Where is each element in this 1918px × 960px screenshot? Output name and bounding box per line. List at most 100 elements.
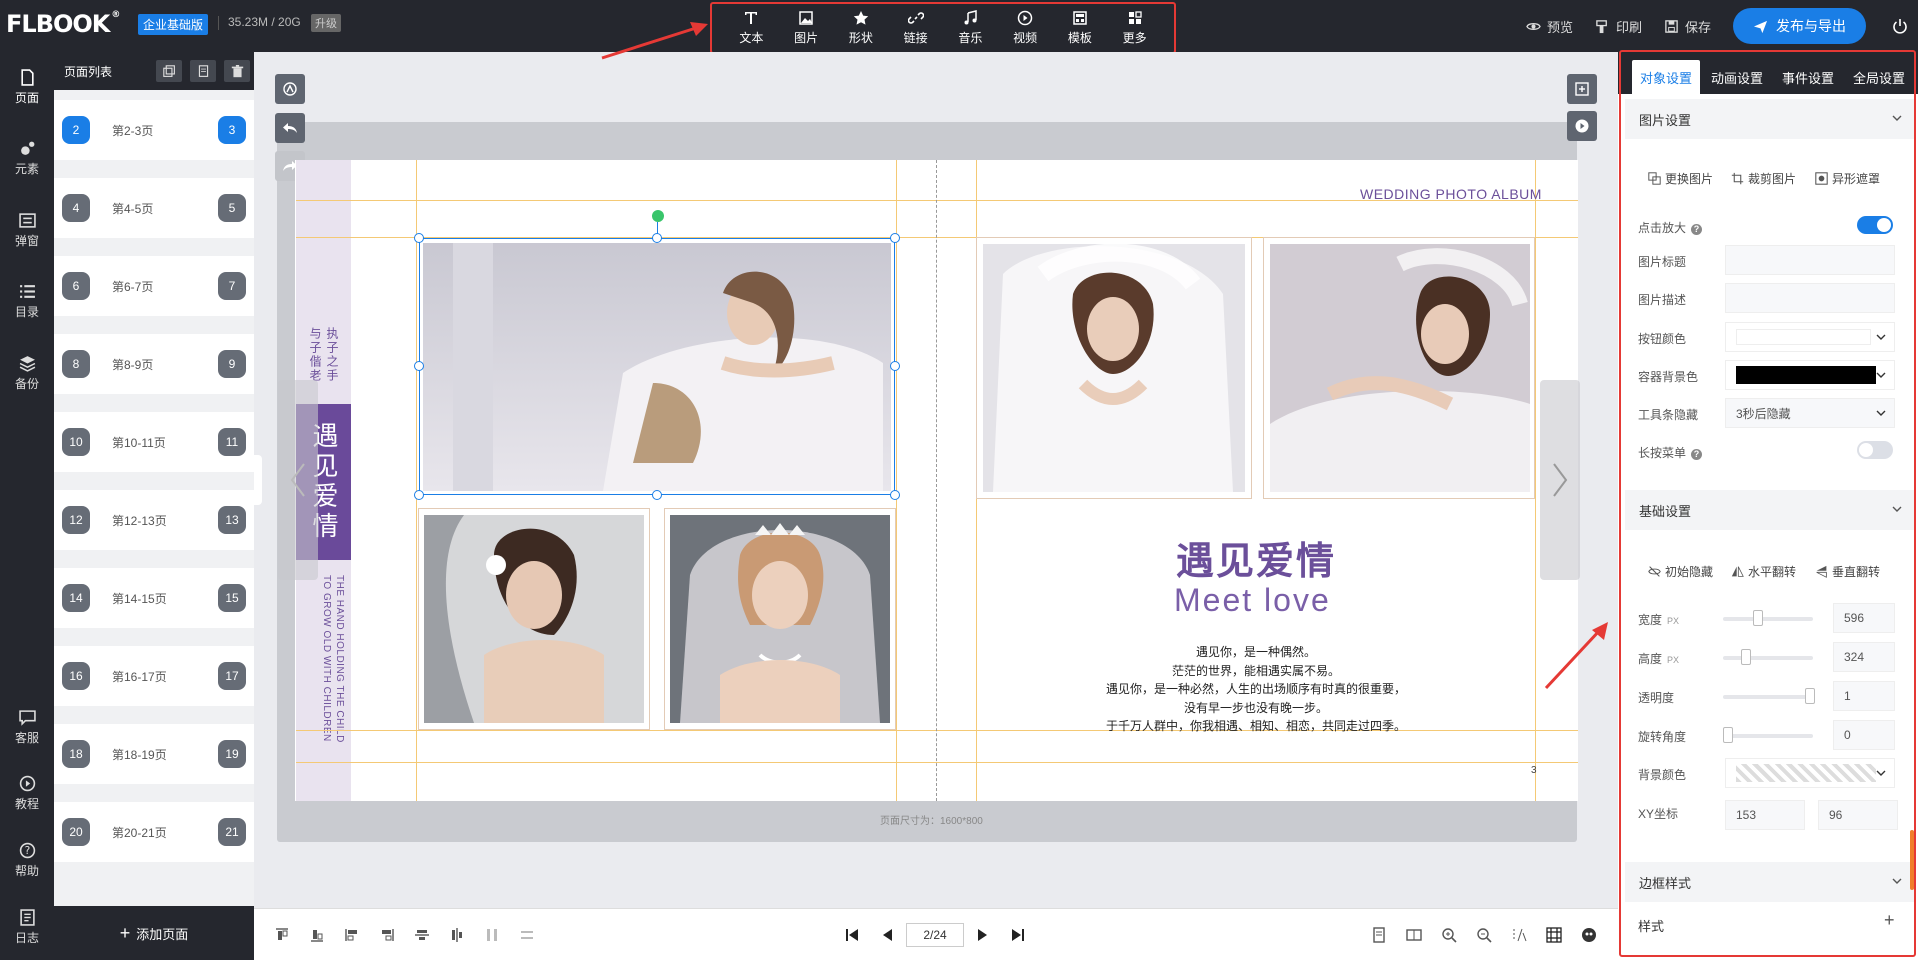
- undo-button[interactable]: [275, 113, 305, 143]
- x-input[interactable]: 153: [1725, 800, 1805, 830]
- nav-popups[interactable]: 弹窗: [0, 212, 54, 249]
- image-title-input[interactable]: [1725, 245, 1895, 275]
- slider-knob[interactable]: [1723, 727, 1733, 743]
- page-item[interactable]: 14 第14-15页 15: [54, 568, 254, 628]
- resize-handle-w[interactable]: [414, 361, 424, 371]
- theme-icon[interactable]: [1581, 927, 1597, 943]
- title-english[interactable]: Meet love: [1174, 582, 1331, 619]
- width-slider[interactable]: [1723, 610, 1813, 626]
- help-icon[interactable]: ?: [1691, 224, 1703, 235]
- distribute-h-icon[interactable]: [484, 927, 500, 943]
- prev-page-arrow[interactable]: [278, 380, 318, 580]
- shape-mask-button[interactable]: 异形遮罩: [1815, 170, 1880, 187]
- page-item[interactable]: 8 第8-9页 9: [54, 334, 254, 394]
- add-style-icon[interactable]: +: [1884, 910, 1895, 931]
- slider-knob[interactable]: [1753, 610, 1763, 626]
- page-item[interactable]: 16 第16-17页 17: [54, 646, 254, 706]
- nav-backup[interactable]: 备份: [0, 355, 54, 392]
- nav-help[interactable]: ? 帮助: [0, 842, 54, 879]
- photo-bride-veil-flower[interactable]: [424, 515, 644, 723]
- logout-button[interactable]: [1882, 0, 1918, 52]
- duplicate-page-button[interactable]: [190, 60, 216, 82]
- tool-image[interactable]: 图片: [782, 10, 830, 46]
- next-page-icon[interactable]: [974, 927, 990, 943]
- page-item[interactable]: 6 第6-7页 7: [54, 256, 254, 316]
- grid-icon[interactable]: [1546, 927, 1562, 943]
- delete-page-button[interactable]: [224, 60, 250, 82]
- y-input[interactable]: 96: [1818, 800, 1898, 830]
- nav-pages[interactable]: 页面: [0, 69, 54, 106]
- vertical-en-text[interactable]: THE HAND HOLDING THE CHILD TO GROW OLD WI…: [320, 575, 346, 743]
- zoom-out-icon[interactable]: [1476, 927, 1492, 943]
- album-header-text[interactable]: WEDDING PHOTO ALBUM: [1360, 186, 1542, 202]
- page-number-input[interactable]: 2/24: [906, 923, 964, 947]
- section-basic-settings[interactable]: 基础设置: [1625, 490, 1915, 530]
- slider-knob[interactable]: [1805, 688, 1815, 704]
- nav-service[interactable]: 客服: [0, 709, 54, 746]
- help-icon[interactable]: ?: [1691, 449, 1703, 460]
- nav-tutorial[interactable]: 教程: [0, 775, 54, 812]
- nav-toc[interactable]: 目录: [0, 283, 54, 320]
- height-slider[interactable]: [1723, 649, 1813, 665]
- flip-horizontal-button[interactable]: 水平翻转: [1731, 563, 1796, 580]
- page-item[interactable]: 18 第18-19页 19: [54, 724, 254, 784]
- page-item[interactable]: 2 第2-3页 3: [54, 100, 254, 160]
- zoom-in-icon[interactable]: [1441, 927, 1457, 943]
- rotation-slider[interactable]: [1723, 727, 1813, 743]
- align-center-h-icon[interactable]: [449, 927, 465, 943]
- align-left-icon[interactable]: [344, 927, 360, 943]
- align-center-v-icon[interactable]: [414, 927, 430, 943]
- copy-page-button[interactable]: [156, 60, 182, 82]
- add-page-button[interactable]: + 添加页面: [54, 906, 254, 960]
- rotate-handle[interactable]: [652, 210, 664, 222]
- last-page-icon[interactable]: [1010, 927, 1026, 943]
- save-button[interactable]: 保存: [1664, 17, 1711, 36]
- photo-bride-reclining[interactable]: [1270, 244, 1530, 492]
- auto-layout-button[interactable]: [275, 74, 305, 104]
- tab-global-settings[interactable]: 全局设置: [1845, 60, 1913, 94]
- tab-animation-settings[interactable]: 动画设置: [1703, 60, 1771, 94]
- align-bottom-icon[interactable]: [309, 927, 325, 943]
- distribute-v-icon[interactable]: [519, 927, 535, 943]
- resize-handle-n[interactable]: [652, 233, 662, 243]
- button-color-picker[interactable]: [1725, 322, 1895, 352]
- section-border-style[interactable]: 边框样式: [1625, 862, 1915, 902]
- prev-page-icon[interactable]: [880, 927, 896, 943]
- resize-handle-e[interactable]: [890, 361, 900, 371]
- page-item[interactable]: 12 第12-13页 13: [54, 490, 254, 550]
- container-bg-picker[interactable]: [1725, 360, 1895, 390]
- tab-object-settings[interactable]: 对象设置: [1632, 60, 1701, 94]
- resize-handle-nw[interactable]: [414, 233, 424, 243]
- upgrade-button[interactable]: 升级: [311, 14, 341, 32]
- tool-shape[interactable]: 形状: [837, 10, 885, 46]
- photo-bride-lace-veil[interactable]: [983, 244, 1245, 492]
- page-item[interactable]: 10 第10-11页 11: [54, 412, 254, 472]
- image-desc-input[interactable]: [1725, 283, 1895, 313]
- toolbar-hide-select[interactable]: 3秒后隐藏: [1725, 398, 1895, 428]
- photo-bride-tiara[interactable]: [670, 515, 890, 723]
- title-chinese[interactable]: 遇见爱情: [1176, 530, 1336, 585]
- vertical-cn-text-1[interactable]: 执子之手: [324, 327, 340, 383]
- double-page-icon[interactable]: [1406, 927, 1422, 943]
- tool-more[interactable]: 更多: [1111, 10, 1159, 46]
- flip-vertical-button[interactable]: 垂直翻转: [1815, 563, 1880, 580]
- opacity-input[interactable]: 1: [1833, 681, 1895, 711]
- crop-image-button[interactable]: 裁剪图片: [1731, 170, 1796, 187]
- tool-template[interactable]: 模板: [1056, 10, 1104, 46]
- resize-handle-ne[interactable]: [890, 233, 900, 243]
- width-input[interactable]: 596: [1833, 603, 1895, 633]
- nav-elements[interactable]: 元素: [0, 140, 54, 177]
- tool-link[interactable]: 链接: [892, 10, 940, 46]
- resize-handle-se[interactable]: [890, 490, 900, 500]
- poem-text[interactable]: 遇见你，是一种偶然。 茫茫的世界，能相遇实属不易。 遇见你，是一种必然，人生的出…: [1096, 643, 1416, 736]
- page-item[interactable]: 20 第20-21页 21: [54, 802, 254, 862]
- single-page-icon[interactable]: [1371, 927, 1387, 943]
- collapse-panel-handle[interactable]: [254, 455, 262, 505]
- app-logo[interactable]: FLBOOK ®: [6, 10, 120, 38]
- tool-text[interactable]: 文本: [727, 10, 775, 46]
- click-zoom-toggle[interactable]: [1857, 216, 1893, 234]
- resize-handle-s[interactable]: [652, 490, 662, 500]
- page-item[interactable]: 4 第4-5页 5: [54, 178, 254, 238]
- vertical-cn-text-2[interactable]: 与子偕老: [307, 327, 323, 383]
- replace-image-button[interactable]: 更换图片: [1648, 170, 1713, 187]
